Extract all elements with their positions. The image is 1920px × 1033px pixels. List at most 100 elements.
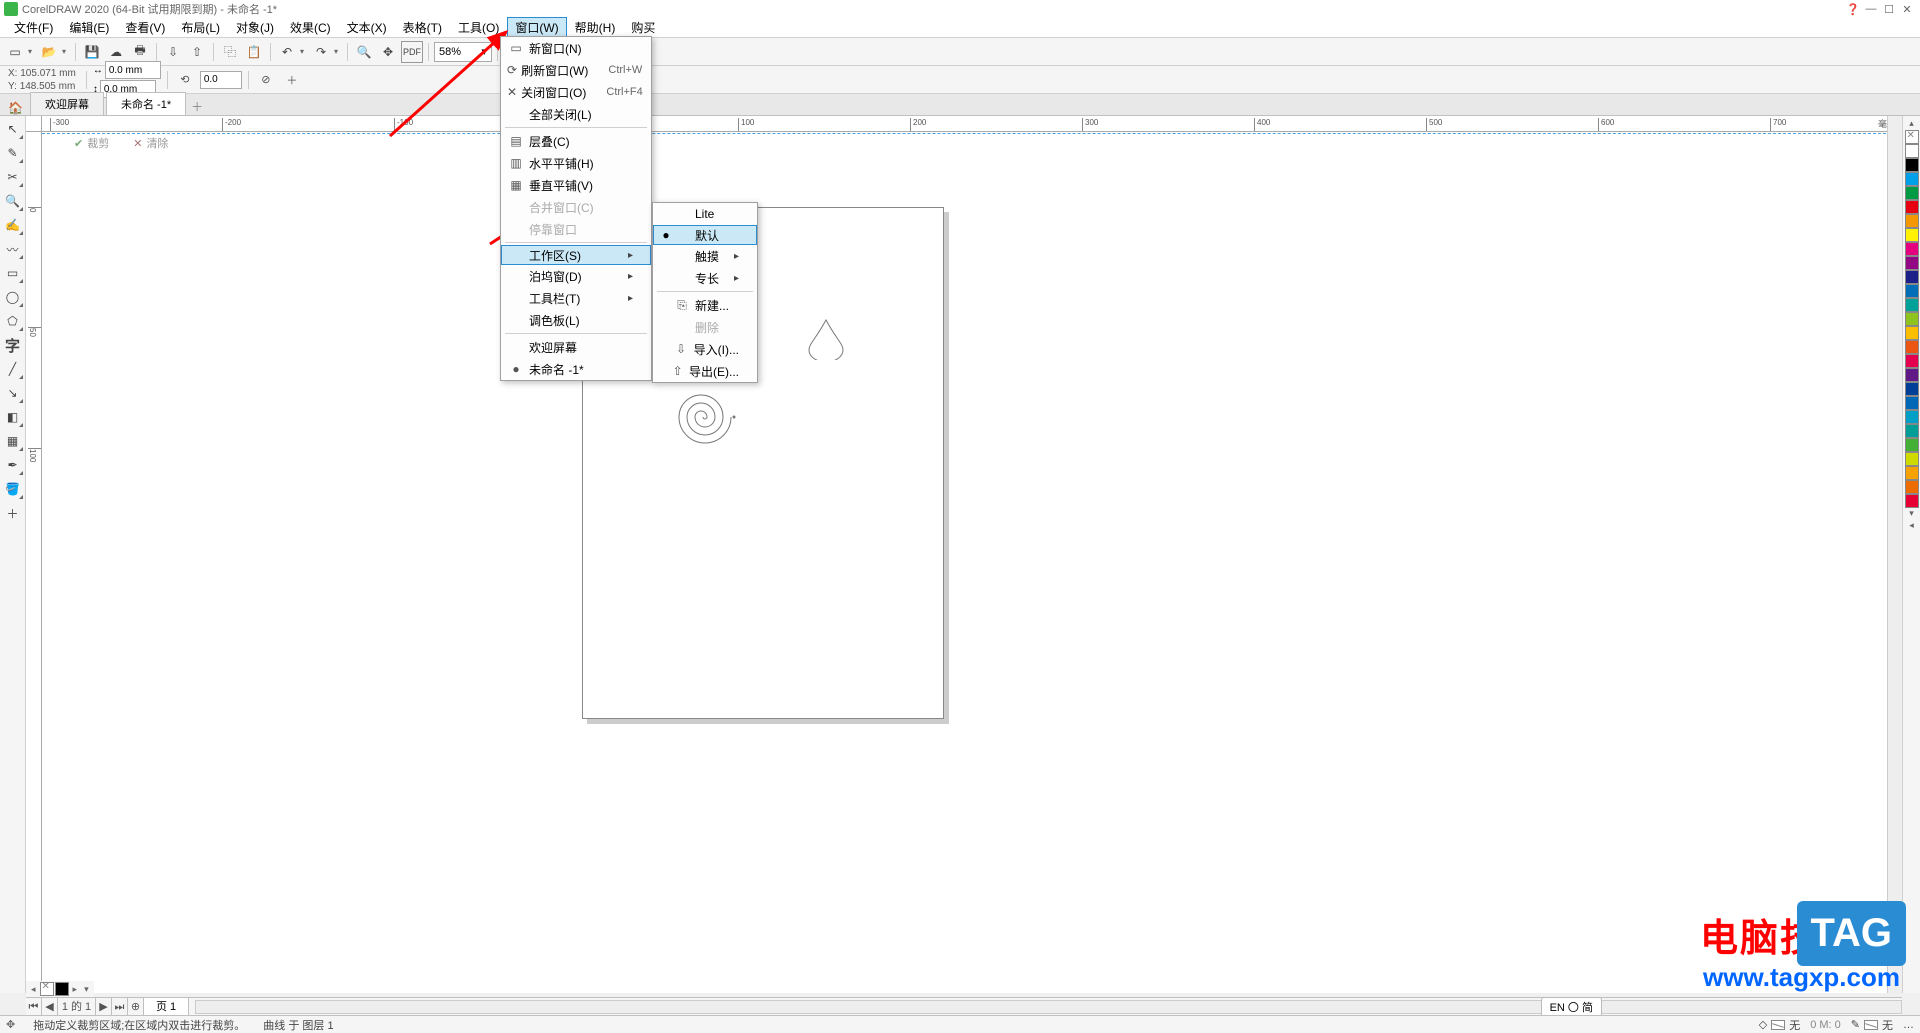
search-icon[interactable]: 🔍 — [353, 41, 375, 63]
menu-item[interactable]: ▤层叠(C) — [501, 130, 651, 152]
no-color-swatch[interactable] — [1905, 130, 1919, 144]
ellipse-tool-icon[interactable]: ◯ — [2, 286, 24, 308]
color-swatch[interactable] — [1905, 368, 1919, 382]
menu-查看v[interactable]: 查看(V) — [117, 17, 173, 38]
menu-表格t[interactable]: 表格(T) — [395, 17, 450, 38]
menu-窗口w[interactable]: 窗口(W) — [507, 17, 566, 38]
language-indicator[interactable]: EN 〇 简 — [1541, 997, 1602, 1017]
clear-crop-icon[interactable]: ⊘ — [255, 69, 277, 91]
crop-clear-button[interactable]: ✕清除 — [125, 132, 176, 154]
drop-shadow-icon[interactable]: ◧ — [2, 406, 24, 428]
menu-文件f[interactable]: 文件(F) — [6, 17, 61, 38]
menu-item[interactable]: 调色板(L) — [501, 309, 651, 331]
submenu-item[interactable]: Lite — [653, 203, 757, 225]
status-flyout-icon[interactable]: … — [1903, 1019, 1914, 1031]
submenu-item[interactable]: 触摸▸ — [653, 245, 757, 267]
artistic-media-icon[interactable]: 〰 — [2, 238, 24, 260]
submenu-item[interactable]: ●默认 — [653, 225, 757, 245]
page-first-button[interactable]: ⏮ — [26, 998, 42, 1015]
menu-购买[interactable]: 购买 — [623, 17, 663, 38]
menu-item[interactable]: ▭新窗口(N) — [501, 37, 651, 59]
color-swatch[interactable] — [1905, 242, 1919, 256]
width-input[interactable]: 0.0 mm — [105, 61, 161, 79]
fill-tool-icon[interactable]: 🪣 — [2, 478, 24, 500]
color-swatch[interactable] — [1905, 172, 1919, 186]
doc-tab[interactable]: 未命名 -1* — [106, 92, 186, 115]
menu-编辑e[interactable]: 编辑(E) — [61, 17, 117, 38]
eyedropper-icon[interactable]: ✒ — [2, 454, 24, 476]
help-icon[interactable]: ❓ — [1844, 3, 1862, 16]
color-swatch[interactable] — [1905, 256, 1919, 270]
color-swatch[interactable] — [1905, 410, 1919, 424]
zoom-level-input[interactable]: 58%▾ — [434, 42, 492, 62]
print-icon[interactable]: 🖶 — [129, 41, 151, 63]
close-button[interactable]: ✕ — [1898, 3, 1916, 16]
submenu-item[interactable]: ⎘新建... — [653, 294, 757, 316]
color-swatch[interactable] — [1905, 452, 1919, 466]
import-icon[interactable]: ⇩ — [162, 41, 184, 63]
parallel-dim-icon[interactable]: ╱ — [2, 358, 24, 380]
home-icon[interactable]: 🏠 — [8, 101, 23, 115]
color-swatch[interactable] — [1905, 382, 1919, 396]
horizontal-scrollbar[interactable] — [195, 1000, 1902, 1014]
palette-flyout-arrow[interactable]: ◂ — [1909, 520, 1914, 532]
color-swatch[interactable] — [1905, 284, 1919, 298]
palette-down-arrow[interactable]: ▾ — [1909, 508, 1914, 520]
submenu-item[interactable]: ⇧导出(E)... — [653, 360, 757, 382]
menu-效果c[interactable]: 效果(C) — [282, 17, 339, 38]
color-swatch[interactable] — [1905, 424, 1919, 438]
fill-indicator[interactable]: ◇无 — [1759, 1017, 1800, 1033]
menu-item[interactable]: 全部关闭(L) — [501, 103, 651, 125]
color-swatch[interactable] — [1905, 480, 1919, 494]
plus-tool-icon[interactable]: ＋ — [2, 502, 24, 524]
rectangle-tool-icon[interactable]: ▭ — [2, 262, 24, 284]
bottom-palette-right[interactable]: ▸ — [70, 984, 81, 995]
color-swatch[interactable] — [1905, 396, 1919, 410]
color-swatch[interactable] — [1905, 494, 1919, 508]
color-swatch[interactable] — [1905, 214, 1919, 228]
menu-item[interactable]: ⟳刷新窗口(W)Ctrl+W — [501, 59, 651, 81]
pan-icon[interactable]: ✥ — [377, 41, 399, 63]
guideline[interactable] — [42, 133, 1886, 134]
horizontal-ruler[interactable]: -300-200-1000100200300400500600700800900… — [42, 116, 1886, 132]
crop-tool-icon[interactable]: ✂ — [2, 166, 24, 188]
pick-tool-icon[interactable]: ↖ — [2, 118, 24, 140]
undo-icon[interactable]: ↶ — [276, 41, 298, 63]
paste-icon[interactable]: 📋 — [243, 41, 265, 63]
text-tool-icon[interactable]: 字 — [2, 334, 24, 356]
page-add-button[interactable]: ⊕ — [128, 998, 144, 1015]
freehand-tool-icon[interactable]: ✍ — [2, 214, 24, 236]
polygon-tool-icon[interactable]: ⬠ — [2, 310, 24, 332]
doc-tab[interactable]: 欢迎屏幕 — [30, 92, 104, 115]
copy-icon[interactable]: ⿻ — [219, 41, 241, 63]
export-icon[interactable]: ⇧ — [186, 41, 208, 63]
color-swatch[interactable] — [1905, 438, 1919, 452]
menu-对象j[interactable]: 对象(J) — [228, 17, 282, 38]
vertical-ruler[interactable]: 050100 — [26, 132, 42, 993]
save-icon[interactable]: 💾 — [81, 41, 103, 63]
shape-tool-icon[interactable]: ✎ — [2, 142, 24, 164]
teardrop-shape[interactable] — [805, 316, 847, 360]
rotation-input[interactable]: 0.0 — [200, 71, 242, 89]
color-swatch[interactable] — [1905, 270, 1919, 284]
vertical-scrollbar[interactable] — [1887, 116, 1902, 993]
color-swatch[interactable] — [1905, 326, 1919, 340]
page-last-button[interactable]: ⏭ — [112, 998, 128, 1015]
add-tab-button[interactable]: ＋ — [188, 98, 206, 115]
menu-item[interactable]: ✕关闭窗口(O)Ctrl+F4 — [501, 81, 651, 103]
transparency-icon[interactable]: ▦ — [2, 430, 24, 452]
crop-confirm-button[interactable]: ✔裁剪 — [66, 132, 117, 154]
menu-文本x[interactable]: 文本(X) — [339, 17, 395, 38]
spiral-shape[interactable] — [673, 388, 739, 446]
bottom-no-color[interactable] — [40, 982, 54, 996]
color-swatch[interactable] — [1905, 186, 1919, 200]
color-swatch[interactable] — [1905, 466, 1919, 480]
color-swatch[interactable] — [1905, 200, 1919, 214]
page-next-button[interactable]: ▶ — [96, 998, 112, 1015]
menu-布局l[interactable]: 布局(L) — [173, 17, 228, 38]
redo-icon[interactable]: ↷ — [310, 41, 332, 63]
palette-up-arrow[interactable]: ▴ — [1909, 118, 1914, 130]
minimize-button[interactable]: — — [1862, 3, 1880, 15]
bottom-palette-down[interactable]: ▾ — [81, 984, 92, 995]
bottom-color-black[interactable] — [55, 982, 69, 996]
